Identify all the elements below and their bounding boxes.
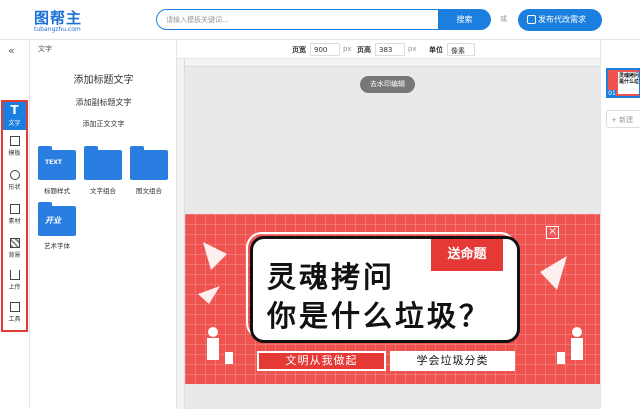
slogan-right[interactable]: 学会垃圾分类	[390, 351, 515, 371]
tool-upload-label: 上传	[8, 284, 21, 291]
logo-text: 图帮主	[34, 9, 83, 27]
template-icon	[9, 136, 20, 146]
toolbox-icon	[9, 302, 20, 312]
paper-plane-left	[203, 242, 227, 270]
paper-plane-right	[540, 256, 567, 290]
page-list-panel: 灵魂拷问 你是什么垃圾 01 + 新建	[600, 40, 640, 409]
person-head-right	[572, 327, 582, 337]
folder-art-font-label: 艺术字体	[44, 242, 70, 250]
canvas-area: 去水印编辑 送命题 灵魂拷问 你是什么垃圾？ 文明从我做起 学会垃圾分类 ×	[177, 59, 600, 409]
folder-art-font[interactable]: 开业	[38, 202, 76, 236]
publish-request-button[interactable]: 发布代改需求	[518, 9, 602, 31]
search-button[interactable]: 搜索	[438, 9, 491, 30]
tool-template-label: 模板	[8, 150, 21, 157]
width-unit: px	[343, 45, 352, 53]
trash-bin-left	[225, 352, 233, 364]
tool-rail: « T 文字 模板 形状 素材 背景 上传 工具	[0, 40, 30, 409]
design-canvas[interactable]: 送命题 灵魂拷问 你是什么垃圾？ 文明从我做起 学会垃圾分类 ×	[185, 214, 600, 384]
folder-text-combo[interactable]	[84, 146, 122, 180]
logo[interactable]: 图帮主 tubangzhu.com	[34, 7, 94, 35]
folder-text-combo-label: 文字组合	[90, 187, 116, 195]
headline-line-1[interactable]: 灵魂拷问	[267, 254, 395, 296]
upload-icon	[9, 270, 20, 280]
tool-material-label: 素材	[8, 218, 21, 225]
tool-background[interactable]: 背景	[3, 238, 26, 259]
text-icon: T	[10, 103, 19, 117]
search-input[interactable]: 请输入模板关键词...	[156, 9, 438, 30]
tool-upload[interactable]: 上传	[3, 270, 26, 291]
paper-plane-small	[198, 286, 220, 304]
or-label: 或	[500, 15, 507, 23]
height-label: 页高	[357, 46, 371, 54]
tool-tools[interactable]: 工具	[3, 302, 26, 323]
text-panel: 文字 添加标题文字 添加副标题文字 添加正文文字 TEXT 标题样式 文字组合 …	[30, 40, 177, 409]
folder-title-style[interactable]: TEXT	[38, 146, 76, 180]
folder-title-style-label: 标题样式	[44, 187, 70, 195]
folder-title-style-icon-text: TEXT	[45, 159, 62, 166]
panel-title: 文字	[38, 45, 52, 53]
tag-label[interactable]: 送命题	[431, 239, 503, 271]
horizontal-ruler	[177, 59, 600, 67]
width-input[interactable]: 900	[310, 43, 340, 56]
new-page-button[interactable]: + 新建	[606, 110, 640, 128]
width-label: 页宽	[292, 46, 306, 54]
tool-material[interactable]: 素材	[3, 204, 26, 225]
shape-icon	[9, 170, 20, 180]
tool-text[interactable]: T 文字	[3, 102, 26, 130]
headline-line-2[interactable]: 你是什么垃圾？	[267, 293, 491, 335]
image-icon	[9, 204, 20, 214]
remove-watermark-button[interactable]: 去水印编辑	[360, 76, 415, 93]
height-input[interactable]: 383	[375, 43, 405, 56]
folder-image-text-combo[interactable]	[130, 146, 168, 180]
trash-bin-right	[557, 352, 565, 364]
page-size-toolbar: 页宽 900 px 页高 383 px 单位 像素	[177, 40, 600, 59]
page-number: 01	[608, 90, 616, 97]
page-thumbnail[interactable]: 灵魂拷问 你是什么垃圾 01	[606, 68, 640, 98]
tool-template[interactable]: 模板	[3, 136, 26, 157]
height-unit: px	[408, 45, 417, 53]
top-header: 图帮主 tubangzhu.com 请输入模板关键词... 搜索 或 发布代改需…	[0, 0, 640, 40]
folder-art-font-icon-text: 开业	[45, 216, 61, 225]
collapse-icon[interactable]: «	[8, 44, 15, 57]
close-icon: ×	[546, 226, 559, 239]
tool-group: T 文字 模板 形状 素材 背景 上传 工具	[1, 100, 28, 332]
tool-text-label: 文字	[8, 120, 21, 127]
tool-shape[interactable]: 形状	[3, 170, 26, 191]
add-subtitle-text[interactable]: 添加副标题文字	[30, 97, 177, 108]
publish-request-label: 发布代改需求	[538, 15, 586, 24]
edit-icon	[527, 15, 536, 24]
add-body-text[interactable]: 添加正文文字	[30, 119, 177, 129]
folder-image-text-combo-label: 图文组合	[136, 187, 162, 195]
person-body-right	[571, 338, 583, 360]
tool-background-label: 背景	[8, 252, 21, 259]
slogan-left[interactable]: 文明从我做起	[257, 351, 386, 371]
unit-select[interactable]: 像素	[447, 43, 475, 56]
vertical-ruler	[177, 59, 185, 409]
tool-tools-label: 工具	[8, 316, 21, 323]
unit-label: 单位	[429, 46, 443, 54]
person-body-left	[207, 338, 219, 360]
thumbnail-text: 灵魂拷问 你是什么垃圾	[618, 72, 639, 94]
add-title-text[interactable]: 添加标题文字	[30, 71, 177, 86]
background-icon	[9, 238, 20, 248]
tool-shape-label: 形状	[8, 184, 21, 191]
logo-url: tubangzhu.com	[34, 26, 81, 33]
person-head-left	[208, 327, 218, 337]
